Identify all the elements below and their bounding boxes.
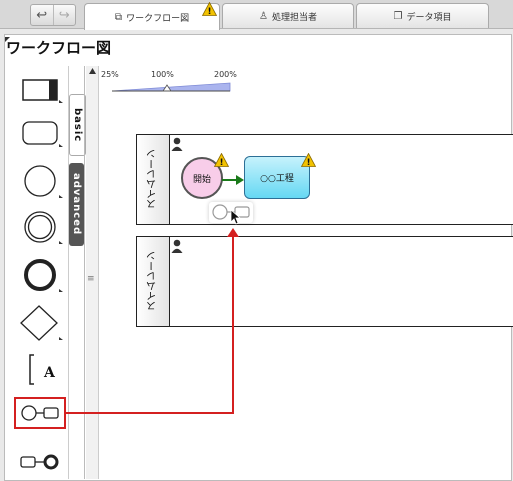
palette-divider bbox=[84, 66, 85, 479]
intermediate-event-icon[interactable] bbox=[22, 210, 64, 246]
task-node-label: ○○工程 bbox=[260, 174, 294, 184]
history-buttons: ↩ ↪ bbox=[30, 4, 76, 26]
end-event-icon[interactable] bbox=[22, 258, 64, 294]
start-node-label: 開始 bbox=[192, 174, 211, 185]
svg-text:!: ! bbox=[306, 158, 310, 167]
start-event-icon[interactable] bbox=[22, 164, 64, 200]
page-title: ワークフロー図 bbox=[6, 39, 112, 57]
tab-data-items[interactable]: ❐ データ項目 bbox=[356, 3, 489, 28]
zoom-slider[interactable] bbox=[112, 79, 234, 99]
flow-arrow-icon[interactable] bbox=[222, 174, 246, 186]
zoom-label-min: 25% bbox=[101, 70, 119, 79]
annotation-icon[interactable]: A bbox=[26, 352, 62, 388]
swimlane-label: スイムレーン bbox=[147, 149, 159, 210]
tab-advanced[interactable]: advanced bbox=[69, 163, 84, 246]
tab-workflow[interactable]: ⧉ ワークフロー図 bbox=[84, 3, 220, 30]
highlight-box bbox=[14, 397, 66, 429]
workflow-icon: ⧉ bbox=[114, 11, 123, 23]
redo-icon[interactable]: ↪ bbox=[52, 5, 76, 25]
undo-icon[interactable]: ↩ bbox=[31, 5, 53, 25]
tab-assignee[interactable]: ♙ 処理担当者 bbox=[222, 3, 354, 28]
swimlane-label: スイムレーン bbox=[147, 251, 159, 312]
rounded-task-icon[interactable] bbox=[22, 120, 64, 148]
end-connector-icon[interactable] bbox=[20, 450, 62, 474]
tab-label: 処理担当者 bbox=[271, 12, 317, 23]
swimlane-2[interactable]: スイムレーン bbox=[136, 236, 513, 327]
tab-basic-label: basic bbox=[72, 107, 83, 143]
panel-splitter[interactable]: ≡ bbox=[86, 66, 99, 479]
scroll-up-icon[interactable] bbox=[89, 68, 96, 74]
callout-arrow-icon bbox=[227, 228, 239, 237]
callout-line-horizontal bbox=[66, 412, 234, 414]
svg-text:!: ! bbox=[219, 158, 223, 167]
task-shape-icon[interactable] bbox=[22, 78, 64, 104]
callout-line-vertical bbox=[232, 236, 234, 414]
warning-icon: ! bbox=[301, 153, 316, 167]
splitter-grip-icon[interactable]: ≡ bbox=[87, 274, 95, 284]
swimlane-header: スイムレーン bbox=[137, 237, 170, 326]
tab-label: ワークフロー図 bbox=[126, 13, 190, 24]
gateway-icon[interactable] bbox=[20, 304, 64, 342]
warning-icon: ! bbox=[202, 2, 217, 16]
warning-icon: ! bbox=[214, 153, 229, 167]
swimlane-header: スイムレーン bbox=[137, 135, 170, 224]
zoom-label-max: 200% bbox=[214, 70, 237, 79]
mouse-cursor-icon bbox=[230, 209, 242, 225]
lane-assignee-icon[interactable] bbox=[171, 137, 183, 151]
svg-text:!: ! bbox=[207, 7, 211, 16]
tab-advanced-label: advanced bbox=[71, 173, 82, 236]
tab-label: データ項目 bbox=[406, 12, 452, 23]
annotation-glyph: A bbox=[43, 365, 56, 381]
user-icon: ♙ bbox=[259, 10, 268, 22]
zoom-label-mid: 100% bbox=[151, 70, 174, 79]
data-item-icon: ❐ bbox=[393, 10, 403, 22]
lane-assignee-icon[interactable] bbox=[171, 239, 183, 253]
